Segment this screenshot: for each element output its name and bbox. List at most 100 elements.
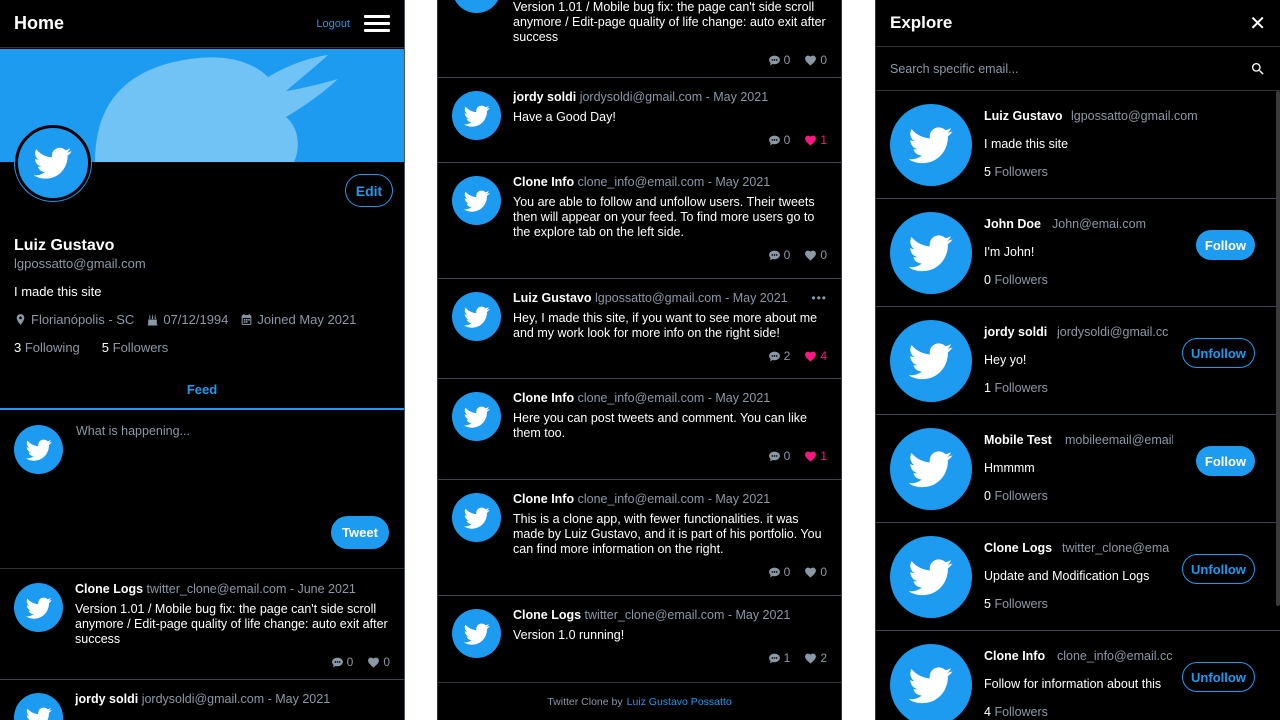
comment-icon [768,652,781,665]
comment-button[interactable]: 0 [768,133,790,147]
edit-profile-button[interactable]: Edit [345,174,393,207]
comment-button[interactable]: 0 [768,248,790,262]
profile-birthday: 07/12/1994 [163,312,229,327]
bird-icon [26,705,52,720]
comment-button[interactable]: 0 [331,655,353,669]
bird-icon [26,595,52,621]
bird-icon [26,437,52,463]
bird-icon [464,103,490,129]
user-email: clone_info@email.cc [1057,649,1173,663]
tweet-text: Hey, I made this site, if you want to se… [513,311,818,340]
tweet-text: Version 1.01 / Mobile bug fix: the page … [75,602,388,646]
user-card[interactable]: Mobile Test mobileemail@email.c Hmmmm 0 … [876,415,1280,523]
tweet-text: This is a clone app, with fewer function… [513,512,822,556]
tweet-meta: clone_info@email.com - May 2021 [577,492,771,506]
avatar [14,693,63,720]
user-followers: 4 Followers [984,705,1048,719]
user-card[interactable]: John Doe John@emai.com I'm John! 0 Follo… [876,199,1280,307]
unfollow-button[interactable]: Unfollow [1182,662,1255,692]
comment-button[interactable]: 2 [768,349,790,363]
follow-button[interactable]: Follow [1196,230,1255,260]
like-button[interactable]: 0 [804,248,827,262]
user-card[interactable]: Clone Info clone_info@email.cc Follow fo… [876,631,1280,720]
bird-icon [909,231,953,275]
like-button[interactable]: 0 [804,565,827,579]
close-icon[interactable]: ✕ [1249,11,1266,36]
search-input[interactable]: Search specific email... [890,62,1250,76]
tweet[interactable]: ••• Luiz Gustavo lgpossatto@gmail.com - … [438,279,841,379]
feed-tweet-list: Version 1.01 / Mobile bug fix: the page … [438,0,841,682]
profile-meta: Florianópolis - SC 07/12/1994 Joined May… [14,312,356,327]
tweet[interactable]: Clone Logs twitter_clone@email.com - May… [438,596,841,682]
like-button[interactable]: 0 [804,53,827,67]
bird-icon [464,304,490,330]
comment-icon [768,54,781,67]
tweet-author: Luiz Gustavo [513,291,592,305]
tweet[interactable]: Clone Info clone_info@email.com - May 20… [438,379,841,480]
tweet-button[interactable]: Tweet [331,516,389,549]
profile-email: lgpossatto@gmail.com [14,256,146,271]
follow-button[interactable]: Follow [1196,446,1255,476]
like-button[interactable]: 1 [804,133,827,147]
tweet-text: Version 1.0 running! [513,628,625,642]
like-button[interactable]: 2 [804,651,827,665]
comment-icon [768,134,781,147]
user-followers: 0 Followers [984,489,1048,503]
user-card[interactable]: Clone Logs twitter_clone@ema Update and … [876,523,1280,631]
comment-icon [768,566,781,579]
feed-panel: Version 1.01 / Mobile bug fix: the page … [437,0,842,720]
tweet-text: Here you can post tweets and comment. Yo… [513,411,807,440]
logout-link[interactable]: Logout [316,18,350,30]
user-followers: 5 Followers [984,597,1048,611]
like-button[interactable]: 1 [804,449,827,463]
like-button[interactable]: 4 [804,349,827,363]
following-stat[interactable]: 3 Following [14,340,80,355]
tweet[interactable]: jordy soldi jordysoldi@gmail.com - May 2… [438,78,841,163]
tweet-text: Version 1.01 / Mobile bug fix: the page … [513,0,826,44]
tweet[interactable]: Clone Logs twitter_clone@email.com - Jun… [0,570,404,680]
scrollbar[interactable] [1276,91,1280,606]
bird-icon [464,0,490,2]
comment-button[interactable]: 1 [768,651,790,665]
unfollow-button[interactable]: Unfollow [1182,338,1255,368]
like-button[interactable]: 0 [367,655,390,669]
bird-icon [34,144,72,182]
user-card[interactable]: jordy soldi jordysoldi@gmail.cc Hey yo! … [876,307,1280,415]
tweet[interactable]: Clone Info clone_info@email.com - May 20… [438,480,841,596]
tweet[interactable]: jordy soldi jordysoldi@gmail.com - May 2… [0,680,404,720]
unfollow-button[interactable]: Unfollow [1182,554,1255,584]
footer-author-link[interactable]: Luiz Gustavo Possatto [627,696,732,708]
user-followers: 1 Followers [984,381,1048,395]
heart-icon [804,249,817,262]
menu-icon[interactable] [364,15,390,32]
more-options-icon[interactable]: ••• [811,291,827,305]
bird-icon [464,505,490,531]
user-name: Luiz Gustavo [984,109,1063,123]
user-bio: I made this site [984,137,1069,151]
explore-header: Explore ✕ [876,0,1280,47]
comment-icon [768,350,781,363]
comment-button[interactable]: 0 [768,53,790,67]
search-bar: Search specific email... [876,47,1280,91]
tweet-meta: twitter_clone@email.com - June 2021 [146,582,356,596]
user-card[interactable]: Luiz Gustavo lgpossatto@gmail.com I made… [876,91,1280,199]
comment-icon [768,249,781,262]
user-name: Clone Info [984,649,1046,663]
avatar [890,104,972,186]
calendar-icon [240,313,253,326]
tab-feed[interactable]: Feed [0,370,404,410]
location-icon [14,313,27,326]
tweet[interactable]: Version 1.01 / Mobile bug fix: the page … [438,0,841,78]
bird-icon [909,555,953,599]
tweet-meta: twitter_clone@email.com - May 2021 [584,608,791,622]
search-icon[interactable] [1250,61,1266,77]
compose-input[interactable]: What is happening... [76,424,190,438]
comment-button[interactable]: 0 [768,565,790,579]
bird-icon [909,447,953,491]
tweet-meta: jordysoldi@gmail.com - May 2021 [579,90,769,104]
avatar [452,392,501,441]
tweet[interactable]: Clone Info clone_info@email.com - May 20… [438,163,841,279]
followers-stat[interactable]: 5 Followers [102,340,168,355]
tweet-text: Have a Good Day! [513,110,616,124]
comment-button[interactable]: 0 [768,449,790,463]
